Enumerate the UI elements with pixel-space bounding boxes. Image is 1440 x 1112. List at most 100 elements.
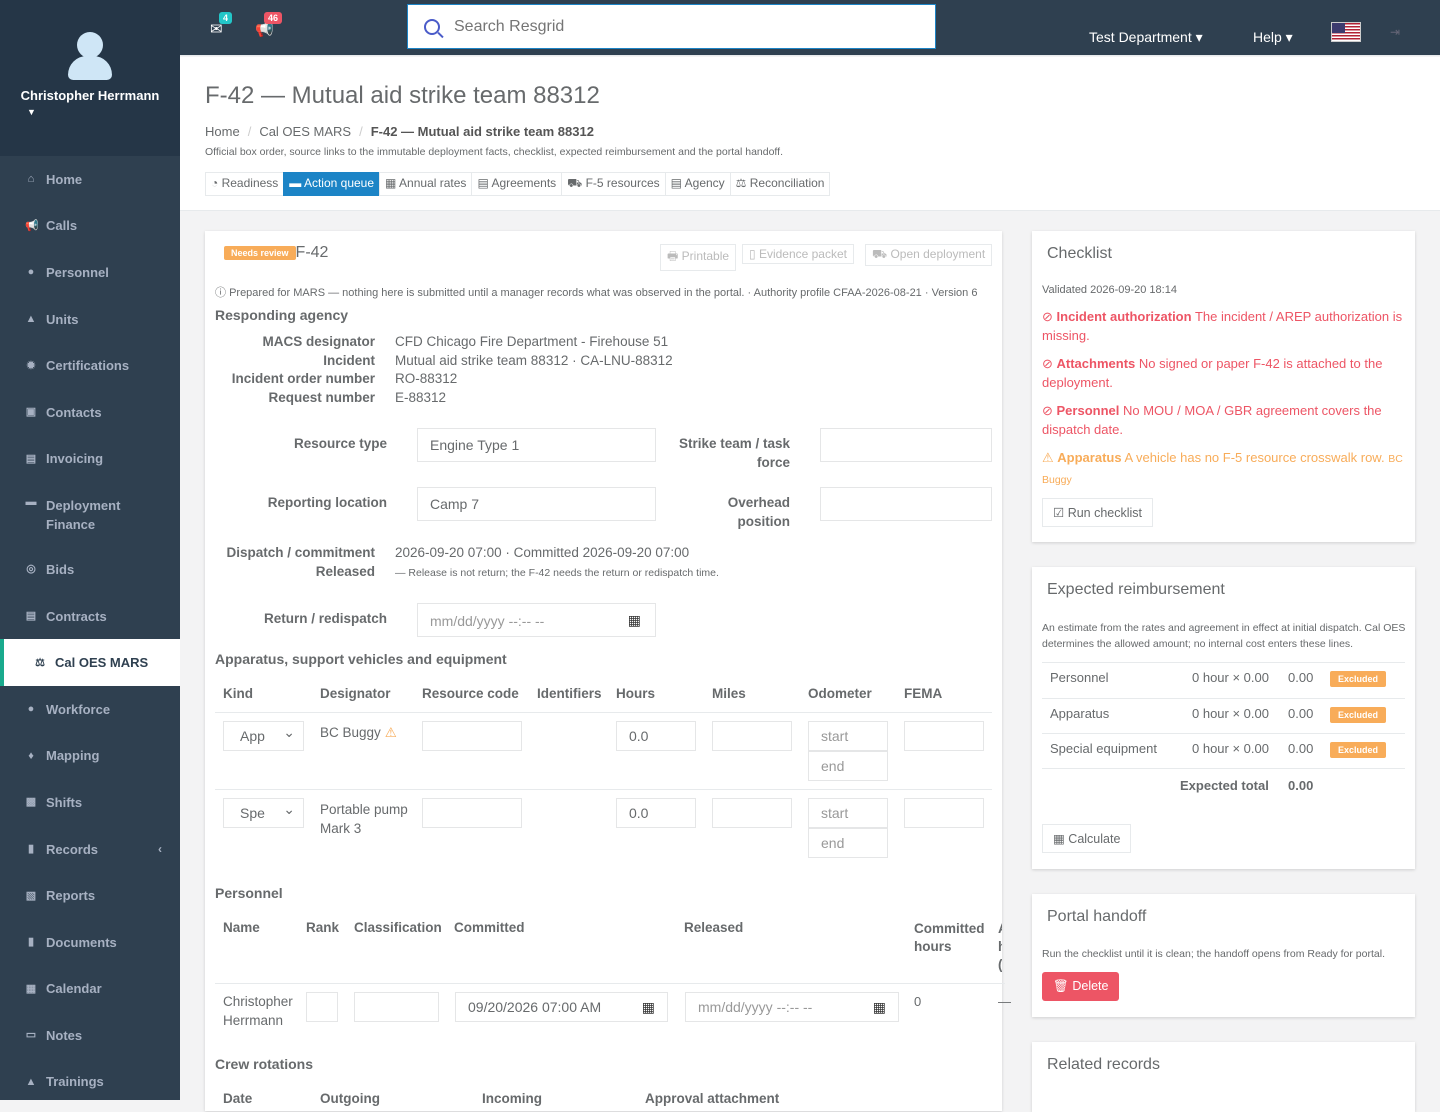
apparatus-col-resource-code[interactable]: Resource code (422, 686, 519, 701)
crew-col-date[interactable]: Date (223, 1091, 252, 1106)
miles-input[interactable] (712, 798, 792, 828)
sidebar-item-cal-oes-mars[interactable]: ⚖ Cal OES MARS (0, 639, 180, 686)
personnel-col-released[interactable]: Released (684, 920, 743, 935)
run-checklist-button[interactable]: ☑ Run checklist (1042, 498, 1154, 527)
resource-code-input[interactable] (422, 798, 522, 828)
fema-input[interactable] (904, 798, 984, 828)
personnel-col-rank[interactable]: Rank (306, 920, 339, 935)
sidebar-item-calls[interactable]: 📢 Calls (0, 203, 180, 250)
delete-button[interactable]: 🗑 Delete (1042, 972, 1120, 1001)
miles-input[interactable] (712, 721, 792, 751)
open-deployment-button[interactable]: ⛟ Open deployment (865, 244, 993, 266)
sidebar-item-trainings[interactable]: ▲ Trainings (0, 1059, 180, 1106)
apparatus-col-miles[interactable]: Miles (712, 686, 746, 701)
department-dropdown[interactable]: Test Department ▾ (1089, 29, 1203, 46)
personnel-col-committed[interactable]: Committed (454, 920, 525, 935)
printable-button[interactable]: 🖶 Printable (660, 244, 737, 271)
sidebar-item-bids[interactable]: ◎ Bids (0, 546, 180, 593)
personnel-col-classification[interactable]: Classification (354, 920, 442, 935)
profile-area: Christopher Herrmann ▼ (0, 0, 180, 156)
envelope-icon[interactable]: ✉ 4 (210, 12, 233, 38)
sidebar-item-invoicing[interactable]: ▤ Invoicing (0, 436, 180, 483)
sidebar-item-contracts[interactable]: ▤ Contracts (0, 593, 180, 640)
odometer-end-input[interactable]: end (808, 751, 888, 781)
sidebar-item-personnel[interactable]: ● Personnel (0, 249, 180, 296)
topbar: ✉4 📢46 Test Department ▾ Help ▾ ⇥ (180, 0, 1440, 56)
notes-icon: ▭ (25, 1029, 37, 1042)
sidebar-item-workforce[interactable]: ● Workforce (0, 686, 180, 733)
personnel-col-committed-hours[interactable]: Committed hours (914, 920, 994, 956)
evidence-packet-button[interactable]: ▯ Evidence packet (742, 244, 854, 264)
reporting-location-field[interactable]: Camp 7 (417, 487, 656, 521)
personnel-col-name[interactable]: Name (223, 920, 260, 935)
overhead-position-field[interactable] (820, 487, 992, 521)
tab-agreements[interactable]: ▤ Agreements (471, 172, 563, 196)
classification-input[interactable] (354, 992, 439, 1022)
kind-select[interactable]: Spe (223, 798, 304, 828)
breadcrumb-home[interactable]: Home (205, 124, 240, 139)
sidebar-item-calendar[interactable]: ▦ Calendar (0, 966, 180, 1013)
sidebar-item-records[interactable]: ▮ Records ‹ (0, 826, 180, 873)
bullhorn-icon[interactable]: 📢 46 (255, 12, 283, 38)
apparatus-col-odometer[interactable]: Odometer (808, 686, 872, 701)
fema-input[interactable] (904, 721, 984, 751)
strike-team-field[interactable] (820, 428, 992, 462)
resource-type-field[interactable]: Engine Type 1 (417, 428, 656, 462)
sign-out-icon[interactable]: ⇥ (1390, 25, 1400, 39)
return-redispatch-input[interactable]: mm/dd/yyyy --:-- -- ▦ (417, 603, 656, 637)
sidebar-item-deployment-finance[interactable]: ▬ Deployment Finance (0, 482, 180, 546)
released-note: — Release is not return; the F-42 needs … (395, 567, 719, 579)
sidebar-item-documents[interactable]: ▮ Documents (0, 919, 180, 966)
tab-agency[interactable]: ▤ Agency (664, 172, 731, 196)
crew-col-incoming[interactable]: Incoming (482, 1091, 542, 1106)
caret-down-icon[interactable]: ▼ (27, 107, 36, 117)
sidebar-item-contacts[interactable]: ▣ Contacts (0, 389, 180, 436)
odometer-end-input[interactable]: end (808, 828, 888, 858)
sidebar-item-notes[interactable]: ▭ Notes (0, 1012, 180, 1059)
odometer-start-input[interactable]: start (808, 721, 888, 751)
hours-input[interactable]: 0.0 (616, 798, 696, 828)
profile-name[interactable]: Christopher Herrmann (21, 88, 160, 103)
shifts-icon: ▩ (25, 796, 37, 809)
sidebar-item-certifications[interactable]: ✹ Certifications (0, 342, 180, 389)
sidebar-item-home[interactable]: ⌂ Home (0, 156, 180, 203)
us-flag-icon[interactable] (1331, 22, 1361, 42)
apparatus-col-identifiers[interactable]: Identifiers (537, 686, 602, 701)
tab-action-queue[interactable]: ▬ Action queue (283, 172, 381, 196)
resource-code-input[interactable] (422, 721, 522, 751)
crew-col-outgoing[interactable]: Outgoing (320, 1091, 380, 1106)
help-dropdown[interactable]: Help ▾ (1253, 29, 1293, 46)
tab-reconciliation[interactable]: ⚖ Reconciliation (729, 172, 831, 196)
breadcrumb-cal-oes-mars[interactable]: Cal OES MARS (259, 124, 351, 139)
reimbursement-title: Expected reimbursement (1047, 581, 1225, 598)
hours-input[interactable]: 0.0 (616, 721, 696, 751)
reimbursement-row-amount: 0.00 (1288, 670, 1314, 685)
sidebar-item-mapping[interactable]: ♦ Mapping (0, 733, 180, 780)
tab-readiness[interactable]: ◔ Readiness (205, 172, 285, 196)
odometer-start-input[interactable]: start (808, 798, 888, 828)
sidebar-item-units[interactable]: ▲ Units (0, 296, 180, 343)
sidebar-item-reports[interactable]: ▧ Reports (0, 872, 180, 919)
apparatus-col-designator[interactable]: Designator (320, 686, 391, 701)
kind-select[interactable]: App (223, 721, 304, 751)
apparatus-col-kind[interactable]: Kind (223, 686, 253, 701)
tab-label: Agreements (491, 176, 557, 190)
contacts-icon: ▣ (25, 406, 37, 419)
apparatus-col-fema[interactable]: FEMA (904, 686, 942, 701)
avatar[interactable] (65, 30, 115, 82)
sidebar-item-label: Bids (46, 561, 75, 577)
rank-input[interactable] (306, 992, 338, 1022)
crew-col-approval-attachment[interactable]: Approval attachment (645, 1091, 779, 1106)
personnel-col-actual-hours-dtrs[interactable]: Actual hours (DTRs) (998, 920, 1002, 974)
calculate-button[interactable]: ▦ Calculate (1042, 824, 1132, 853)
tab-f-5-resources[interactable]: ⛟ F-5 resources (561, 172, 666, 196)
breadcrumb-current: F-42 — Mutual aid strike team 88312 (370, 124, 594, 139)
search-input[interactable] (454, 17, 894, 36)
committed-datetime-input[interactable]: 09/20/2026 07:00 AM ▦ (455, 992, 668, 1022)
sidebar-item-shifts[interactable]: ▩ Shifts (0, 779, 180, 826)
tab-annual-rates[interactable]: ▦ Annual rates (379, 172, 473, 196)
apparatus-col-hours[interactable]: Hours (616, 686, 655, 701)
sidebar-item-label: Mapping (46, 748, 100, 764)
released-datetime-input[interactable]: mm/dd/yyyy --:-- -- ▦ (685, 992, 899, 1022)
ban-icon: ⊘ (1042, 309, 1057, 324)
